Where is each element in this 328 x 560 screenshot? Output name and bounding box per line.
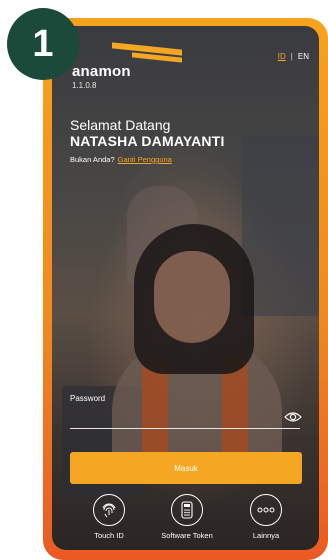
- more-options-action[interactable]: Lainnya: [231, 494, 301, 540]
- not-you-line: Bukan Anda? Ganti Pengguna: [70, 155, 172, 164]
- software-token-label: Software Token: [161, 531, 213, 540]
- user-name: NATASHA DAMAYANTI: [70, 133, 225, 149]
- software-token-action[interactable]: Software Token: [152, 494, 222, 540]
- app-version: 1.1.0.8: [72, 81, 97, 90]
- lang-separator: |: [290, 52, 293, 61]
- more-options-label: Lainnya: [252, 531, 280, 540]
- password-label: Password: [70, 394, 106, 403]
- background-person-face: [154, 251, 230, 343]
- touch-id-label: Touch ID: [94, 531, 124, 540]
- login-screen: anamon 1.1.0.8 ID | EN Selamat Datang NATA…: [52, 26, 319, 550]
- phone-frame: anamon 1.1.0.8 ID | EN Selamat Datang NATA…: [43, 18, 328, 560]
- more-dots-icon: [250, 494, 282, 526]
- language-switcher: ID | EN: [278, 52, 309, 61]
- logo-text: anamon: [72, 63, 131, 80]
- fingerprint-icon: [93, 494, 125, 526]
- show-password-eye-icon[interactable]: [284, 410, 302, 424]
- change-user-link[interactable]: Ganti Pengguna: [118, 155, 172, 164]
- token-device-icon: [171, 494, 203, 526]
- step-number-badge: 1: [7, 8, 79, 80]
- lang-id-option[interactable]: ID: [278, 52, 286, 61]
- password-input[interactable]: [70, 406, 300, 429]
- touch-id-action[interactable]: Touch ID: [74, 494, 144, 540]
- login-button[interactable]: Masuk: [70, 452, 302, 484]
- lang-en-option[interactable]: EN: [298, 52, 309, 61]
- not-you-text: Bukan Anda?: [70, 155, 115, 164]
- welcome-greeting: Selamat Datang: [70, 117, 171, 133]
